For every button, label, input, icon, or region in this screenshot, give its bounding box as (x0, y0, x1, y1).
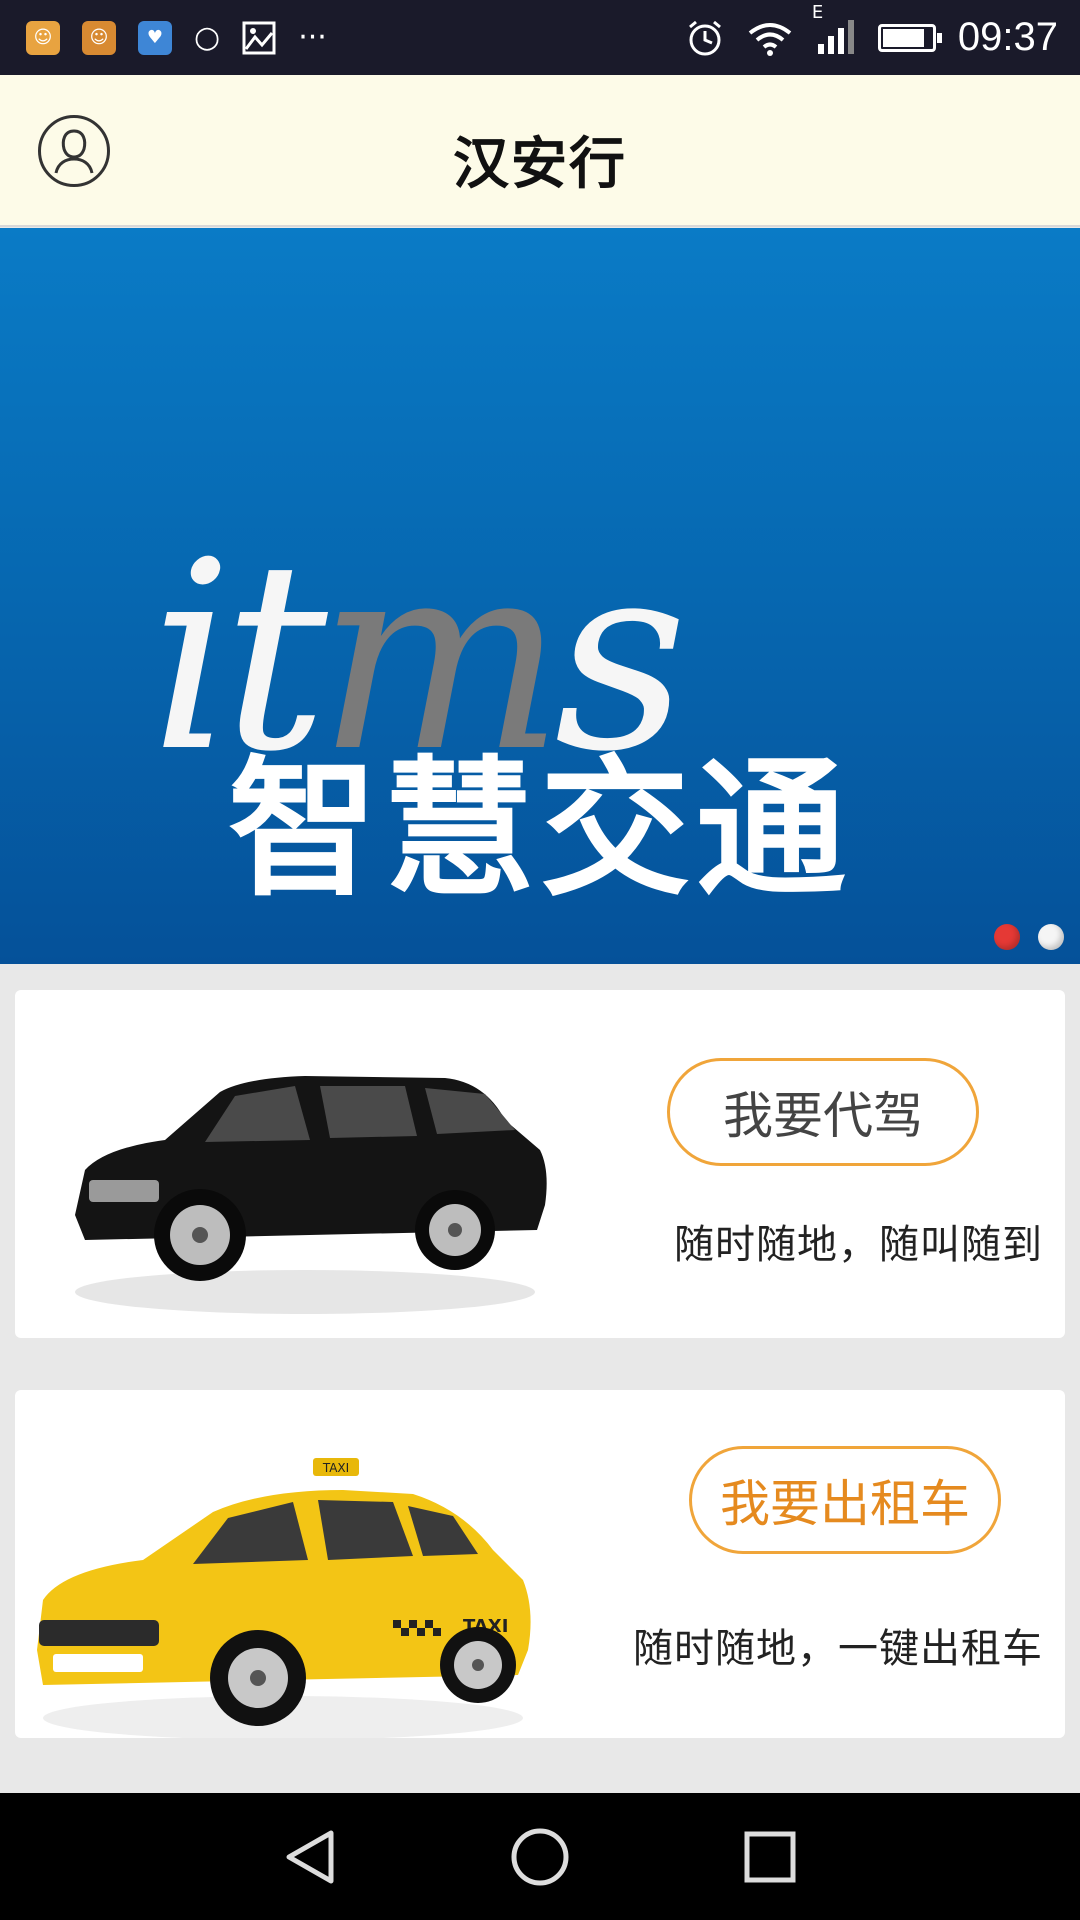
system-navigation-bar (0, 1793, 1080, 1920)
service-card-driver[interactable]: 我要代驾 随时随地，随叫随到 (15, 990, 1065, 1338)
battery-icon (877, 23, 942, 52)
carousel-dot-active[interactable] (994, 924, 1020, 950)
request-taxi-button[interactable]: 我要出租车 (689, 1446, 1001, 1554)
alarm-icon (688, 20, 721, 55)
carousel-indicators (994, 924, 1064, 950)
back-button[interactable] (270, 1817, 350, 1897)
signal-icon: E (812, 2, 856, 60)
more-icon: ··· (298, 19, 327, 55)
recents-button[interactable] (730, 1817, 810, 1897)
clock: 09:37 (957, 15, 1058, 59)
status-system: E 09:37 (686, 2, 1058, 60)
home-icon (511, 1828, 569, 1885)
wifi-icon (748, 22, 792, 56)
promo-banner[interactable]: itms 智慧交通 (0, 228, 1080, 964)
request-driver-button[interactable]: 我要代驾 (667, 1058, 979, 1166)
app-icon: ☺ (82, 20, 116, 55)
banner-subtitle: 智慧交通 (227, 743, 852, 917)
back-icon (286, 1830, 334, 1883)
taxi-sign-text: TAXI (322, 1461, 349, 1475)
app-header: 汉安行 (0, 75, 1080, 227)
taxi-tagline: 随时随地，一键出租车 (633, 1626, 1043, 1672)
app-icon: ☺ (26, 20, 60, 55)
home-button[interactable] (500, 1817, 580, 1897)
recents-icon (744, 1831, 796, 1882)
status-notifications: ☺ ☺ ♥ ○ ··· (26, 19, 327, 55)
service-card-taxi[interactable]: TAXI TAXI 我要出租车 随时随地，一键出租车 (15, 1390, 1065, 1738)
driver-tagline: 随时随地，随叫随到 (674, 1222, 1043, 1268)
yellow-taxi-image: TAXI TAXI (37, 1458, 531, 1738)
status-bar: ☺ ☺ ♥ ○ ··· E 09:37 (0, 0, 1080, 75)
carousel-dot[interactable] (1038, 924, 1064, 950)
image-icon (242, 21, 276, 54)
page-title: 汉安行 (453, 132, 627, 197)
black-suv-image (75, 1076, 547, 1314)
chat-icon: ○ (194, 19, 221, 55)
network-type-label: E (811, 1, 824, 23)
health-icon: ♥ (138, 20, 172, 55)
